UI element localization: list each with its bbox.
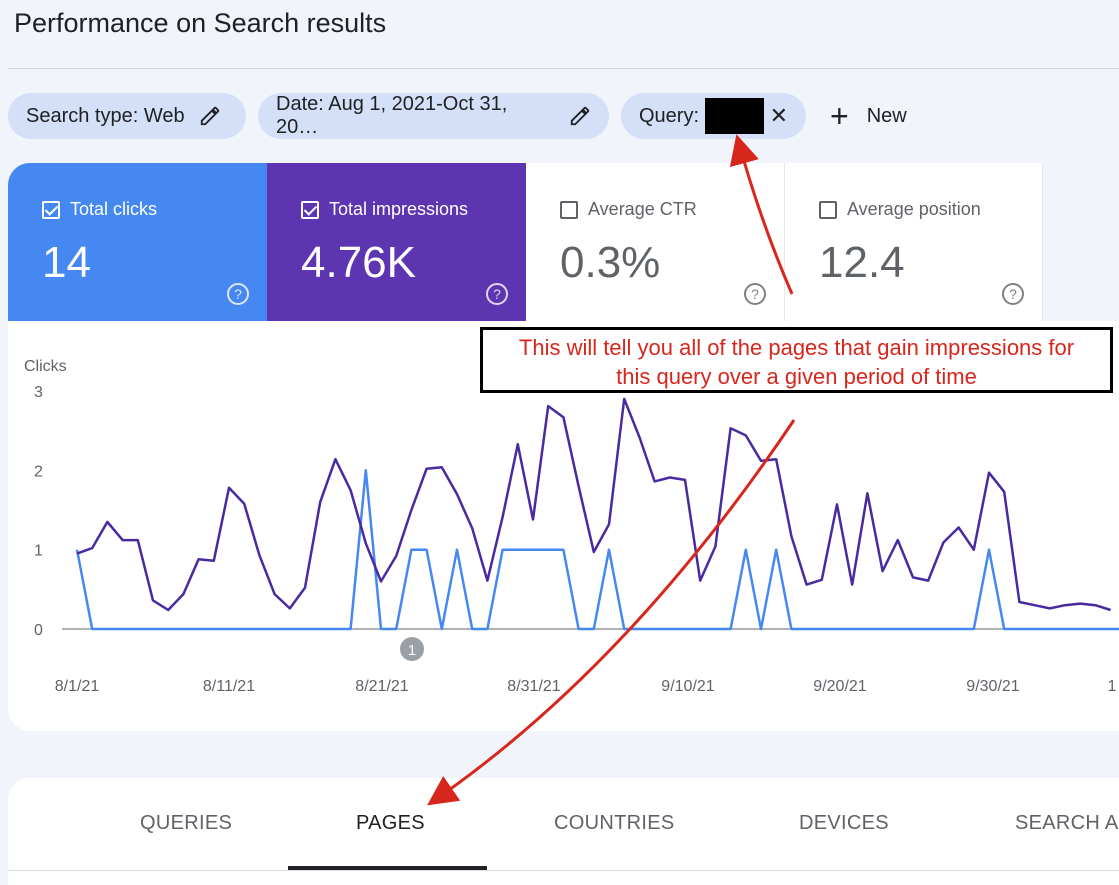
- arrow-to-query-chip: [729, 134, 794, 295]
- arrow-to-pages-tab: [427, 419, 796, 806]
- annotation-arrows: [427, 134, 796, 806]
